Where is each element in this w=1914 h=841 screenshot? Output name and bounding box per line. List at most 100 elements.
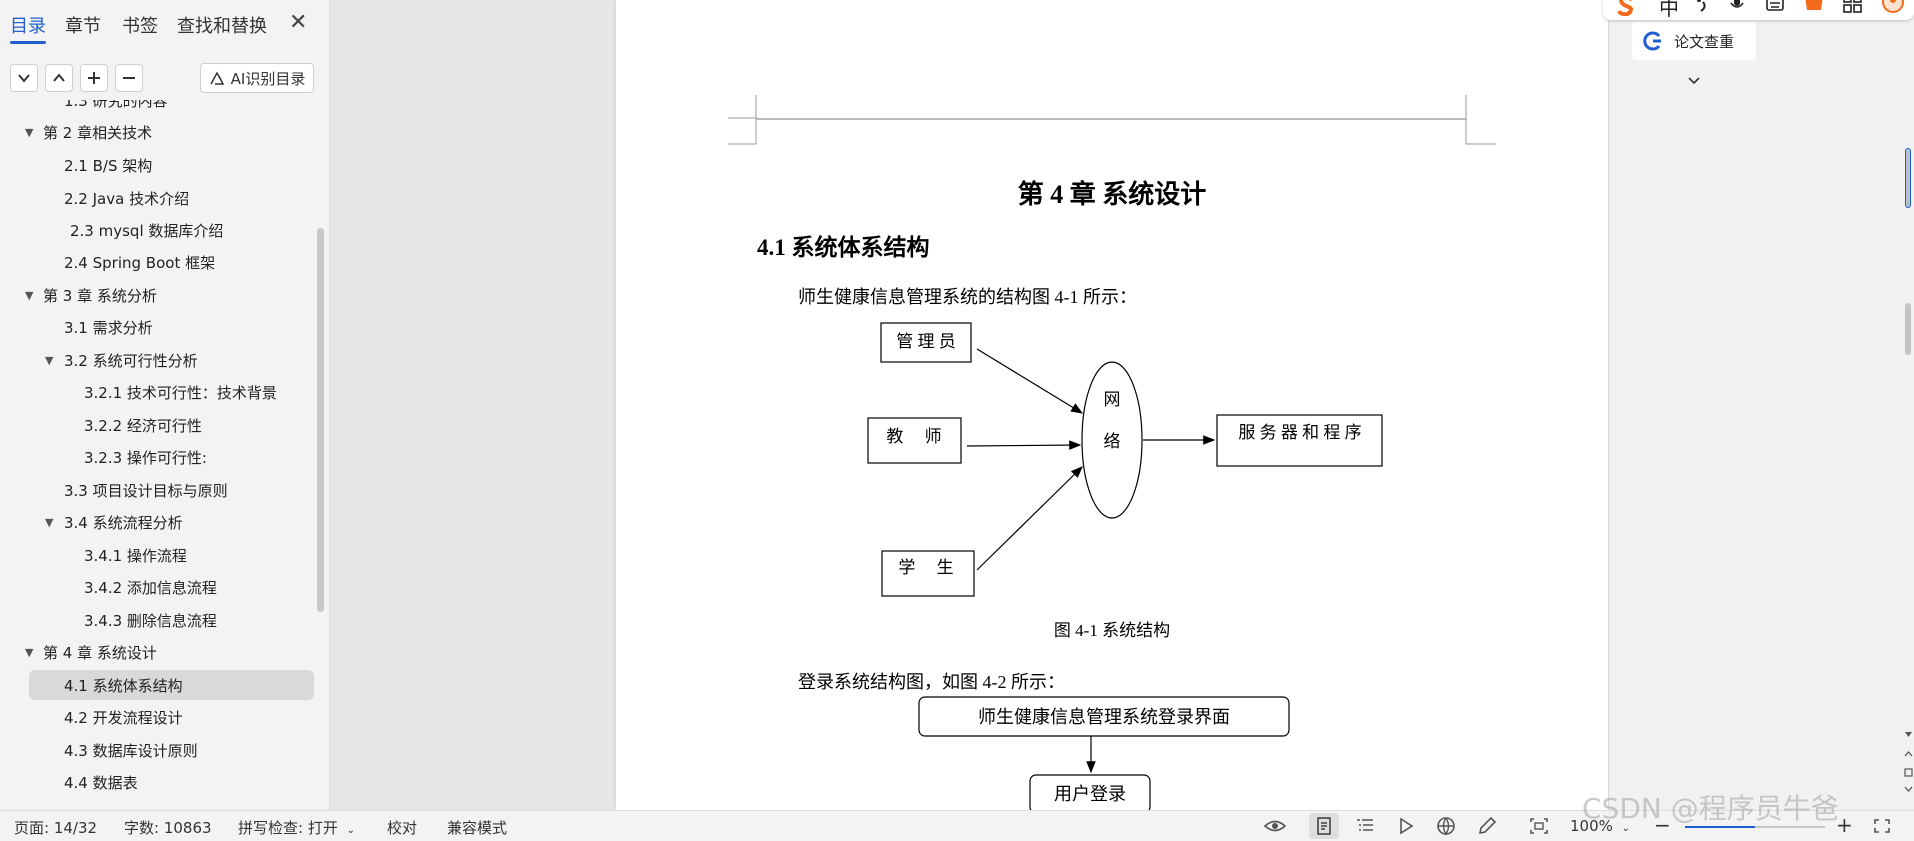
fit-icon[interactable] [1527,815,1551,837]
toc-item[interactable]: 3.2.1 技术可行性：技术背景 [0,376,318,408]
sogou-logo-icon[interactable] [1615,0,1637,16]
zoom-level[interactable]: 100% ⌄ [1570,817,1630,835]
toc-item[interactable]: 4.2 开发流程设计 [0,701,318,733]
compat-mode[interactable]: 兼容模式 [447,817,507,838]
chevron-down-icon[interactable] [1687,76,1701,86]
ime-toolbar: 中 [1603,0,1914,20]
document-page[interactable]: 第 4 章 系统设计 4.1 系统体系结构 师生健康信息管理系统的结构图 4-1… [616,0,1608,810]
keyboard-icon[interactable] [1765,0,1785,14]
ai-toc-button[interactable]: AI识别目录 [200,63,314,93]
toc-item-label: 第 3 章 系统分析 [43,286,157,305]
login-ui-label: 师生健康信息管理系统登录界面 [978,707,1230,727]
toc-item[interactable]: 3.4.3 删除信息流程 [0,604,318,636]
eye-icon[interactable] [1263,815,1287,837]
toc-item-label: 4.2 开发流程设计 [64,708,183,727]
toc-item-label: 3.4.2 添加信息流程 [84,578,217,597]
nav-tabs: 目录 章节 书签 查找和替换 ✕ [0,0,329,52]
tab-find-replace[interactable]: 查找和替换 [177,12,267,38]
punctuation-icon[interactable] [1695,0,1709,14]
grid-icon[interactable] [1843,0,1863,14]
word-count[interactable]: 字数: 10863 [124,817,212,838]
tab-bookmarks[interactable]: 书签 [122,12,158,38]
toc-scrollbar[interactable] [317,228,324,612]
toc-item[interactable]: ▼ 3.2 系统可行性分析 [0,344,318,376]
paper-check-button[interactable]: 论文查重 [1632,22,1756,60]
spellcheck-label: 拼写检查: 打开 [238,819,338,837]
diagram1-caption: 图 4-1 系统结构 [1054,621,1170,640]
scrollbar-marker[interactable] [1905,303,1911,355]
vertical-scrollbar[interactable] [1903,0,1914,810]
toc-item[interactable]: ▼ 第 2 章相关技术 [0,116,318,148]
toc-item-label: 3.1 需求分析 [64,318,153,337]
page-view-icon[interactable] [1312,815,1336,837]
toc-item[interactable]: 3.2.3 操作可行性: [0,441,318,473]
login-structure-diagram: 师生健康信息管理系统登录界面 用户登录 [918,696,1290,810]
ime-mode[interactable]: 中 [1659,0,1679,20]
play-icon[interactable] [1394,815,1418,837]
pen-icon[interactable] [1475,815,1499,837]
tab-chapters[interactable]: 章节 [65,12,101,38]
caret-down-icon[interactable]: ▼ [25,126,43,139]
login-intro: 登录系统结构图，如图 4-2 所示： [798,672,1065,692]
caret-down-icon[interactable]: ▼ [45,354,64,367]
next-page-icon[interactable] [1904,784,1913,794]
zoom-in-button[interactable]: + [1836,813,1853,837]
toc-item[interactable]: ▼ 第 3 章 系统分析 [0,279,318,311]
fullscreen-icon[interactable] [1870,815,1894,837]
plus-icon [88,72,100,84]
toc-item[interactable]: 2.1 B/S 架构 [0,149,318,181]
web-view-icon[interactable] [1434,815,1458,837]
toc-item[interactable]: ▼ 3.4 系统流程分析 [0,506,318,538]
toc-item[interactable]: 2.4 Spring Boot 框架 [0,246,318,278]
select-browse-icon[interactable] [1904,768,1913,777]
toc-item[interactable]: 3.3 项目设计目标与原则 [0,474,318,506]
ai-toc-label: AI识别目录 [230,69,306,88]
caret-down-icon[interactable]: ▼ [25,289,43,302]
toc-item[interactable]: 4.3 数据库设计原则 [0,734,318,766]
toc-item[interactable]: ▼ 第 4 章 系统设计 [0,636,318,668]
toc-item-label: 3.4.3 删除信息流程 [84,611,217,630]
page-counter[interactable]: 页面: 14/32 [14,817,97,838]
spellcheck-status[interactable]: 拼写检查: 打开 ⌄ [238,817,355,838]
chevron-down-icon [18,74,30,83]
add-heading-button[interactable] [80,64,108,92]
toc-item-label: 1.3 研究的内容 [64,100,168,110]
student-label: 学 生 [898,558,953,577]
outline-view-icon[interactable] [1353,815,1377,837]
user-login-label: 用户登录 [1054,784,1126,804]
proofread-button[interactable]: 校对 [387,817,417,838]
toc-item[interactable]: 4.4 数据表 [0,766,318,798]
caret-down-icon[interactable]: ▼ [45,516,64,529]
scrollbar-thumb[interactable] [1905,148,1911,208]
minus-icon [123,77,135,79]
toc-item[interactable]: 3.2.2 经济可行性 [0,409,318,441]
microphone-icon[interactable] [1729,0,1745,14]
skin-icon[interactable] [1803,0,1825,14]
server-label: 服 务 器 和 程 序 [1238,423,1361,442]
avatar-icon[interactable] [1881,0,1905,14]
intro-paragraph: 师生健康信息管理系统的结构图 4-1 所示： [798,287,1137,307]
expand-all-button[interactable] [10,64,38,92]
chevron-down-icon: ⌄ [1621,823,1631,834]
system-structure-diagram: 管 理 员 教 师 学 生 网 络 服 务 器 和 程 序 图 4-1 系统结构 [867,322,1383,640]
toc-item-selected[interactable]: 4.1 系统体系结构 [0,669,318,701]
toc-item-label: 3.2.2 经济可行性 [84,416,202,435]
paper-check-icon [1643,31,1661,51]
admin-arrow [976,348,1084,414]
scroll-down-icon[interactable] [1904,731,1913,739]
toc-item[interactable]: 2.3 mysql 数据库介绍 [0,214,318,246]
toc-item[interactable]: 3.4.1 操作流程 [0,539,318,571]
network-label-2: 络 [1104,432,1121,451]
remove-heading-button[interactable] [115,64,143,92]
close-icon[interactable]: ✕ [289,10,307,35]
toc-item[interactable]: 3.4.2 添加信息流程 [0,571,318,603]
toc-item[interactable]: 3.1 需求分析 [0,311,318,343]
zoom-out-button[interactable]: − [1654,813,1671,837]
tab-toc[interactable]: 目录 [10,12,46,44]
prev-page-icon[interactable] [1904,750,1913,760]
toc-item[interactable]: 1.3 研究的内容 [0,100,318,116]
zoom-slider[interactable] [1685,826,1825,828]
toc-item[interactable]: 2.2 Java 技术介绍 [0,182,318,214]
collapse-all-button[interactable] [45,64,73,92]
caret-down-icon[interactable]: ▼ [25,646,43,659]
